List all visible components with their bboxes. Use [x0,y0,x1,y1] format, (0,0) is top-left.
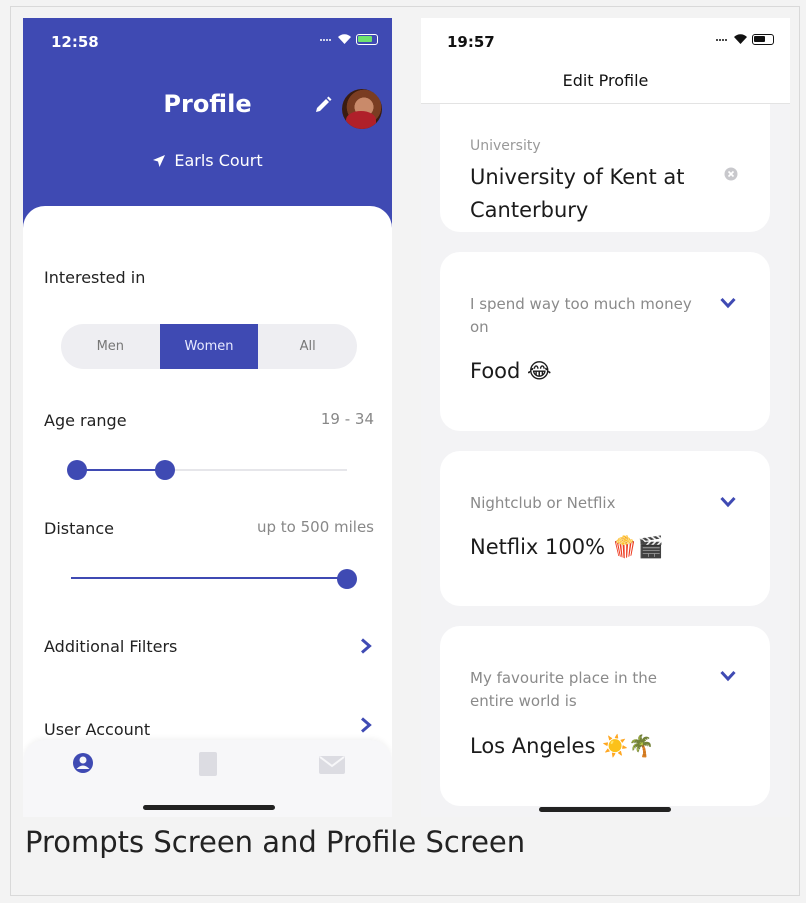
chevron-right-icon [361,638,372,654]
location-text: Earls Court [174,151,263,170]
additional-filters-label: Additional Filters [44,637,178,656]
interested-in-selector: Men Women All [61,324,357,369]
chevron-right-icon [361,717,372,733]
age-slider-fill [77,469,165,471]
mail-icon[interactable] [319,756,345,774]
chevron-down-icon[interactable] [720,297,736,309]
profile-icon[interactable] [72,751,94,775]
status-time: 19:57 [447,33,495,51]
status-icons [319,33,378,45]
age-range-value: 19 - 34 [320,410,374,428]
wifi-icon [338,34,351,44]
battery-icon [356,33,378,45]
interested-in-label: Interested in [44,268,146,287]
battery-icon [752,33,774,45]
avatar[interactable] [342,89,382,129]
field-label-cut: University [470,138,541,154]
profile-screen: 12:58 Profile Earls Court Interested in … [23,18,392,817]
segment-men[interactable]: Men [61,324,160,369]
status-icons [715,33,774,45]
cards-icon[interactable] [198,751,218,777]
prompt-card-favourite-place[interactable]: My favourite place in the entire world i… [440,626,770,806]
user-account-label: User Account [44,720,151,739]
segment-all[interactable]: All [258,324,357,369]
prompt-answer: University of Kent at Canterbury [470,165,685,222]
pencil-icon[interactable] [314,96,332,114]
age-max-handle[interactable] [155,460,175,480]
distance-label: Distance [44,519,114,538]
prompt-card-money[interactable]: I spend way too much money on Food 😂 [440,252,770,431]
segment-women[interactable]: Women [159,324,259,369]
signal-icon [716,39,727,41]
distance-handle[interactable] [337,569,357,589]
wifi-icon [734,34,747,44]
edit-profile-screen: University University of Kent at Canterb… [421,18,790,817]
prompt-question: My favourite place in the entire world i… [470,669,658,710]
chevron-down-icon[interactable] [720,670,736,682]
location-label: Earls Court [23,151,392,170]
prompt-answer: Netflix 100% 🍿🎬 [470,535,665,559]
prompt-answer: Los Angeles ☀️🌴 [470,734,655,758]
signal-icon [320,39,331,41]
clear-icon[interactable] [724,167,738,181]
edit-profile-navbar: 19:57 Edit Profile [421,18,790,104]
prompt-question: I spend way too much money on [470,295,692,336]
age-range-label: Age range [44,411,127,430]
prompt-card-nightclub[interactable]: Nightclub or Netflix Netflix 100% 🍿🎬 [440,451,770,606]
page-title: Edit Profile [562,71,649,90]
distance-slider-fill [71,577,349,579]
prompt-question: Nightclub or Netflix [470,494,616,512]
location-arrow-icon [153,155,166,167]
distance-value: up to 500 miles [256,518,374,536]
home-indicator [539,807,671,812]
page-title: Profile [163,90,252,118]
prompt-answer: Food 😂 [470,359,552,383]
status-time: 12:58 [51,33,99,51]
home-indicator [143,805,275,810]
figure-caption: Prompts Screen and Profile Screen [25,825,526,859]
age-min-handle[interactable] [67,460,87,480]
chevron-down-icon[interactable] [720,496,736,508]
